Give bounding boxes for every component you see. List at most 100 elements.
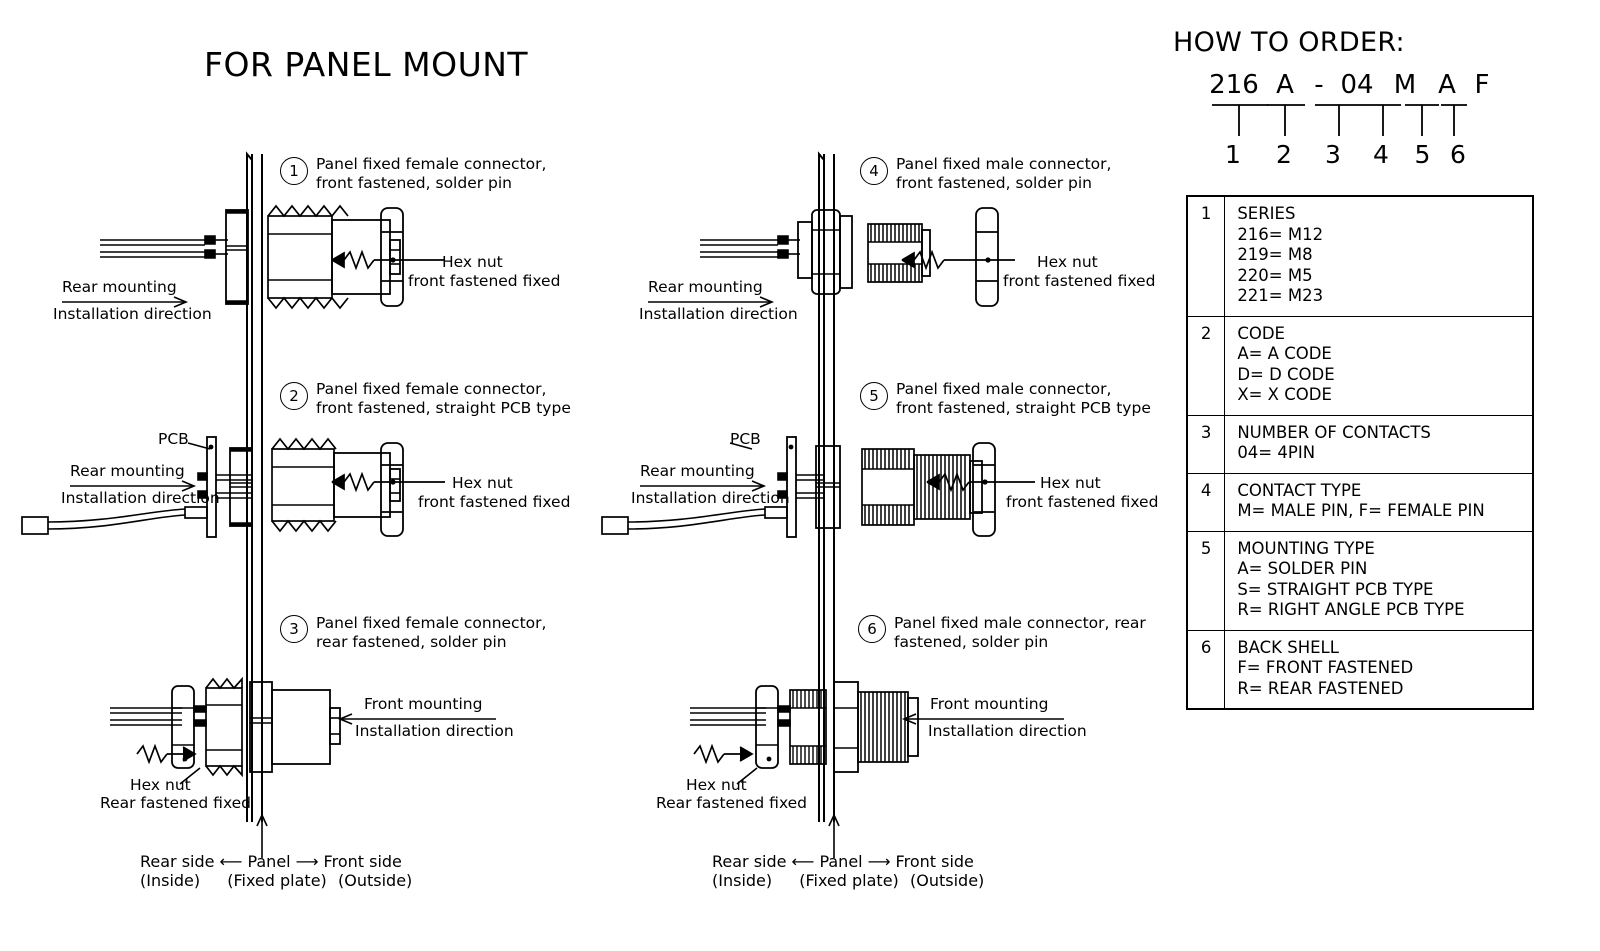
connector-diagram-6	[690, 681, 919, 773]
order-leader-lines	[1212, 104, 1467, 136]
order-code-part-6: F	[1474, 70, 1490, 100]
row-line: 219= M8	[1237, 245, 1313, 264]
front-side-sub: (Outside)	[910, 871, 985, 890]
callout-line-2: front fastened, solder pin	[896, 173, 1093, 192]
panel-mount-drawing: FOR PANEL MOUNT HOW TO ORDER: 216 A - 04…	[0, 0, 1600, 951]
row-heading: BACK SHELL	[1237, 637, 1339, 657]
rear-mounting-label-1: Rear mounting	[62, 278, 177, 296]
callout-text-5: Panel fixed male connector, front fasten…	[896, 380, 1151, 417]
callout-line-1: Panel fixed male connector,	[896, 155, 1112, 173]
row-line: 216= M12	[1237, 224, 1324, 244]
row-line: R= RIGHT ANGLE PCB TYPE	[1237, 600, 1465, 619]
installation-direction-label-5: Installation direction	[631, 489, 790, 507]
hex-nut-rear-sub-6: Rear fastened fixed	[656, 794, 808, 812]
order-index-numbers: 1 2 3 4 5 6	[1205, 140, 1474, 169]
callout-text-2: Panel fixed female connector, front fast…	[316, 380, 571, 417]
callout-badge-1: 1	[280, 157, 308, 185]
callout-text-1: Panel fixed female connector, front fast…	[316, 155, 546, 192]
order-code-part-5: A	[1438, 70, 1456, 100]
order-code-part-1: 216	[1209, 70, 1259, 100]
order-index-3: 3	[1325, 140, 1341, 169]
page-title: FOR PANEL MOUNT	[204, 45, 529, 84]
hex-nut-label-1: Hex nut	[442, 253, 503, 271]
panel-sub: (Fixed plate)	[799, 871, 899, 890]
callout-line-2: front fastened, straight PCB type	[316, 398, 571, 417]
installation-direction-label-4: Installation direction	[639, 305, 798, 323]
panel-legend-right: Rear side ⟵ Panel ⟶ Front side (Inside) …	[712, 852, 984, 890]
callout-number: 4	[860, 157, 888, 185]
order-index-5: 5	[1414, 140, 1431, 169]
table-row: 3 NUMBER OF CONTACTS 04= 4PIN	[1186, 414, 1534, 474]
callout-number: 2	[280, 382, 308, 410]
front-mounting-label-6: Front mounting	[930, 695, 1049, 713]
panel-legend-left: Rear side ⟵ Panel ⟶ Front side (Inside) …	[140, 852, 412, 890]
table-row: 1 SERIES 216= M12 219= M8 220= M5 221= M…	[1186, 195, 1534, 317]
right-arrow-icon: ⟶	[295, 852, 319, 871]
callout-badge-5: 5	[860, 382, 888, 410]
table-row: 5 MOUNTING TYPE A= SOLDER PIN S= STRAIGH…	[1186, 530, 1534, 631]
hex-nut-leader-5	[926, 471, 1035, 493]
row-line: 221= M23	[1237, 286, 1324, 305]
row-body: CONTACT TYPE M= MALE PIN, F= FEMALE PIN	[1224, 472, 1534, 532]
callout-number: 1	[280, 157, 308, 185]
callout-line-1: Panel fixed male connector, rear	[894, 614, 1146, 632]
pcb-label-5: PCB	[730, 430, 761, 448]
callout-badge-3: 3	[280, 615, 308, 643]
connector-diagram-3	[110, 676, 341, 778]
order-code-part-4: M	[1393, 70, 1417, 100]
hex-nut-label-4: Hex nut	[1037, 253, 1098, 271]
callout-line-2: front fastened, straight PCB type	[896, 398, 1151, 417]
row-line: S= STRAIGHT PCB TYPE	[1237, 579, 1434, 599]
row-heading: SERIES	[1237, 204, 1296, 223]
hex-nut-sub-label-4: front fastened fixed	[1003, 272, 1156, 290]
row-heading: CONTACT TYPE	[1237, 480, 1362, 500]
row-index: 5	[1186, 530, 1226, 631]
rear-mounting-label-5: Rear mounting	[640, 462, 755, 480]
rear-mounting-label-2: Rear mounting	[70, 462, 185, 480]
row-index: 1	[1186, 195, 1226, 317]
callout-text-6: Panel fixed male connector, rear fastene…	[894, 614, 1146, 651]
order-heading: HOW TO ORDER:	[1173, 27, 1405, 58]
hex-nut-sub-label-2: front fastened fixed	[418, 493, 571, 511]
row-index: 3	[1186, 414, 1226, 474]
order-code-block: 216 A - 04 M A F	[1205, 70, 1497, 100]
row-line: A= SOLDER PIN	[1237, 559, 1368, 578]
row-heading: NUMBER OF CONTACTS	[1237, 422, 1431, 442]
panel-sub: (Fixed plate)	[227, 871, 327, 890]
hex-nut-rear-symbol-6	[693, 743, 754, 765]
order-index-2: 2	[1276, 140, 1292, 169]
row-heading: CODE	[1237, 323, 1285, 343]
rear-mounting-label-4: Rear mounting	[648, 278, 763, 296]
left-arrow-icon: ⟵	[219, 852, 243, 871]
row-line: R= REAR FASTENED	[1237, 678, 1404, 698]
callout-badge-6: 6	[858, 615, 886, 643]
installation-direction-label-3: Installation direction	[355, 722, 514, 740]
rear-side-label: Rear side	[712, 852, 787, 871]
front-side-label: Front side	[323, 852, 402, 871]
hex-nut-rear-symbol-3	[136, 743, 197, 765]
table-row: 2 CODE A= A CODE D= D CODE X= X CODE	[1186, 315, 1534, 416]
panel-label: Panel	[247, 852, 291, 871]
callout-line-1: Panel fixed female connector,	[316, 614, 547, 632]
callout-badge-2: 2	[280, 382, 308, 410]
order-code-part-3: 04	[1340, 70, 1374, 100]
front-mounting-label-3: Front mounting	[364, 695, 483, 713]
row-heading: MOUNTING TYPE	[1237, 538, 1375, 558]
hex-nut-rear-label-3: Hex nut	[130, 776, 191, 794]
callout-line-1: Panel fixed male connector,	[896, 380, 1112, 398]
callout-number: 6	[858, 615, 886, 643]
row-body: CODE A= A CODE D= D CODE X= X CODE	[1224, 315, 1534, 416]
pcb-leader-line	[187, 442, 211, 450]
right-arrow-icon: ⟶	[867, 852, 891, 871]
row-line: F= FRONT FASTENED	[1237, 658, 1414, 677]
row-body: NUMBER OF CONTACTS 04= 4PIN	[1224, 414, 1534, 474]
callout-number: 5	[860, 382, 888, 410]
hex-nut-rear-label-6: Hex nut	[686, 776, 747, 794]
callout-line-2: fastened, solder pin	[894, 632, 1049, 651]
order-index-4: 4	[1373, 140, 1389, 169]
hex-nut-label-2: Hex nut	[452, 474, 513, 492]
front-side-sub: (Outside)	[338, 871, 413, 890]
installation-direction-label-1: Installation direction	[53, 305, 212, 323]
callout-badge-4: 4	[860, 157, 888, 185]
row-index: 4	[1186, 472, 1226, 532]
